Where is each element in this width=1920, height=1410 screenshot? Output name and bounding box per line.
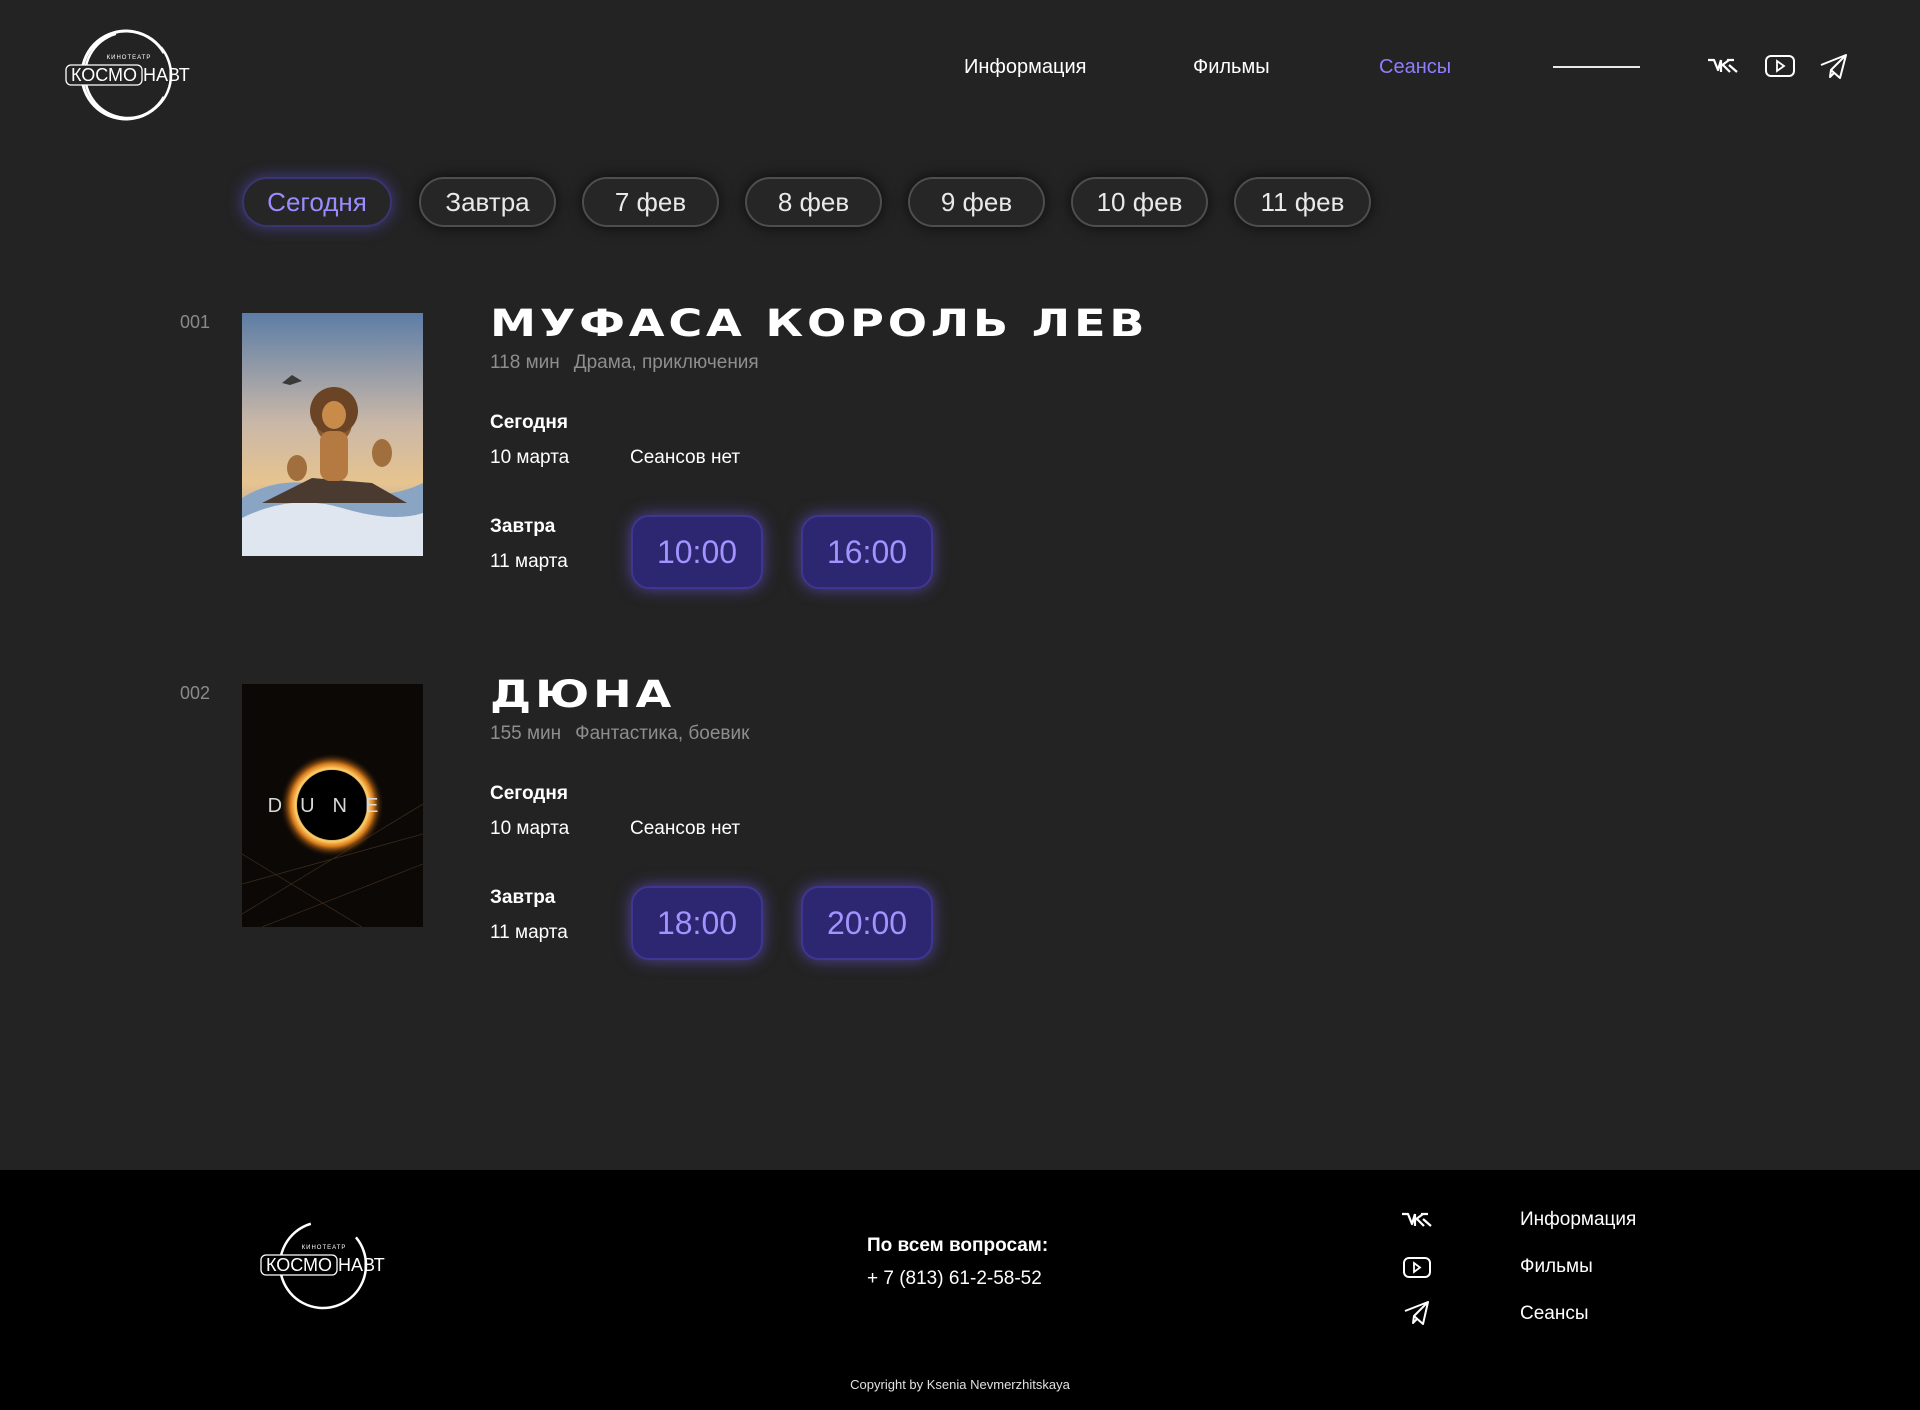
telegram-icon[interactable] (1400, 1298, 1434, 1326)
date-tab-feb10[interactable]: 10 фев (1071, 177, 1208, 227)
contact-phone[interactable]: + 7 (813) 61-2-58-52 (867, 1268, 1042, 1290)
nav-sessions[interactable]: Сеансы (1379, 56, 1451, 79)
no-shows-text: Сеансов нет (630, 818, 741, 839)
footer-link-info[interactable]: Информация (1520, 1209, 1636, 1231)
nav-divider (1553, 66, 1640, 68)
date-tab-tomorrow[interactable]: Завтра (419, 177, 556, 227)
tomorrow-label: Завтра (490, 516, 556, 537)
film-poster-mufasa[interactable] (242, 313, 423, 556)
today-date: 10 марта (490, 818, 570, 839)
today-date: 10 марта (490, 447, 570, 468)
brand-name-rest: НАВТ (338, 1255, 385, 1275)
youtube-icon[interactable] (1400, 1253, 1434, 1281)
footer-logo[interactable]: КИНОТЕАТР КОСМО НАВТ (255, 1215, 395, 1315)
telegram-icon[interactable] (1817, 52, 1851, 80)
vk-icon[interactable] (1400, 1206, 1434, 1234)
tomorrow-label: Завтра (490, 887, 556, 908)
date-tab-feb9[interactable]: 9 фев (908, 177, 1045, 227)
showtime-button[interactable]: 20:00 (801, 886, 933, 960)
copyright: Copyright by Ksenia Nevmerzhitskaya (850, 1377, 1070, 1392)
vk-icon[interactable] (1706, 52, 1740, 80)
brand-name-boxed: КОСМО (71, 65, 137, 85)
today-label: Сегодня (490, 783, 568, 804)
film-duration: 155 мин (490, 723, 562, 744)
date-tab-feb8[interactable]: 8 фев (745, 177, 882, 227)
film-title[interactable]: МУФАСА КОРОЛЬ ЛЕВ (490, 302, 1148, 345)
film-genres: Драма, приключения (573, 352, 759, 373)
header-logo[interactable]: КИНОТЕАТР КОСМО НАВТ (60, 25, 200, 125)
film-poster-dune[interactable]: DUNE (242, 684, 423, 927)
tomorrow-date: 11 марта (490, 551, 568, 572)
showtime-button[interactable]: 16:00 (801, 515, 933, 589)
today-label: Сегодня (490, 412, 568, 433)
film-meta: 155 мин Фантастика, боевик (490, 723, 749, 745)
nav-info[interactable]: Информация (964, 56, 1086, 79)
svg-text:DUNE: DUNE (268, 795, 397, 817)
film-title[interactable]: ДЮНА (490, 673, 675, 716)
brand-small-text: КИНОТЕАТР (107, 55, 152, 61)
film-meta: 118 мин Драма, приключения (490, 352, 759, 374)
youtube-icon[interactable] (1763, 52, 1797, 80)
date-tab-feb11[interactable]: 11 фев (1234, 177, 1371, 227)
showtime-button[interactable]: 18:00 (631, 886, 763, 960)
brand-small-text: КИНОТЕАТР (302, 1245, 347, 1251)
contact-label: По всем вопросам: (867, 1235, 1049, 1256)
brand-name-rest: НАВТ (143, 65, 190, 85)
showtime-button[interactable]: 10:00 (631, 515, 763, 589)
film-number: 001 (180, 312, 211, 332)
no-shows-text: Сеансов нет (630, 447, 741, 468)
film-number: 002 (180, 683, 211, 703)
tomorrow-date: 11 марта (490, 922, 568, 943)
date-tab-today[interactable]: Сегодня (242, 177, 392, 227)
footer-link-films[interactable]: Фильмы (1520, 1256, 1593, 1278)
film-duration: 118 мин (490, 352, 560, 373)
brand-name-boxed: КОСМО (266, 1255, 332, 1275)
film-genres: Фантастика, боевик (575, 723, 750, 744)
footer-link-sessions[interactable]: Сеансы (1520, 1303, 1589, 1325)
nav-films[interactable]: Фильмы (1193, 56, 1270, 79)
date-tab-feb7[interactable]: 7 фев (582, 177, 719, 227)
